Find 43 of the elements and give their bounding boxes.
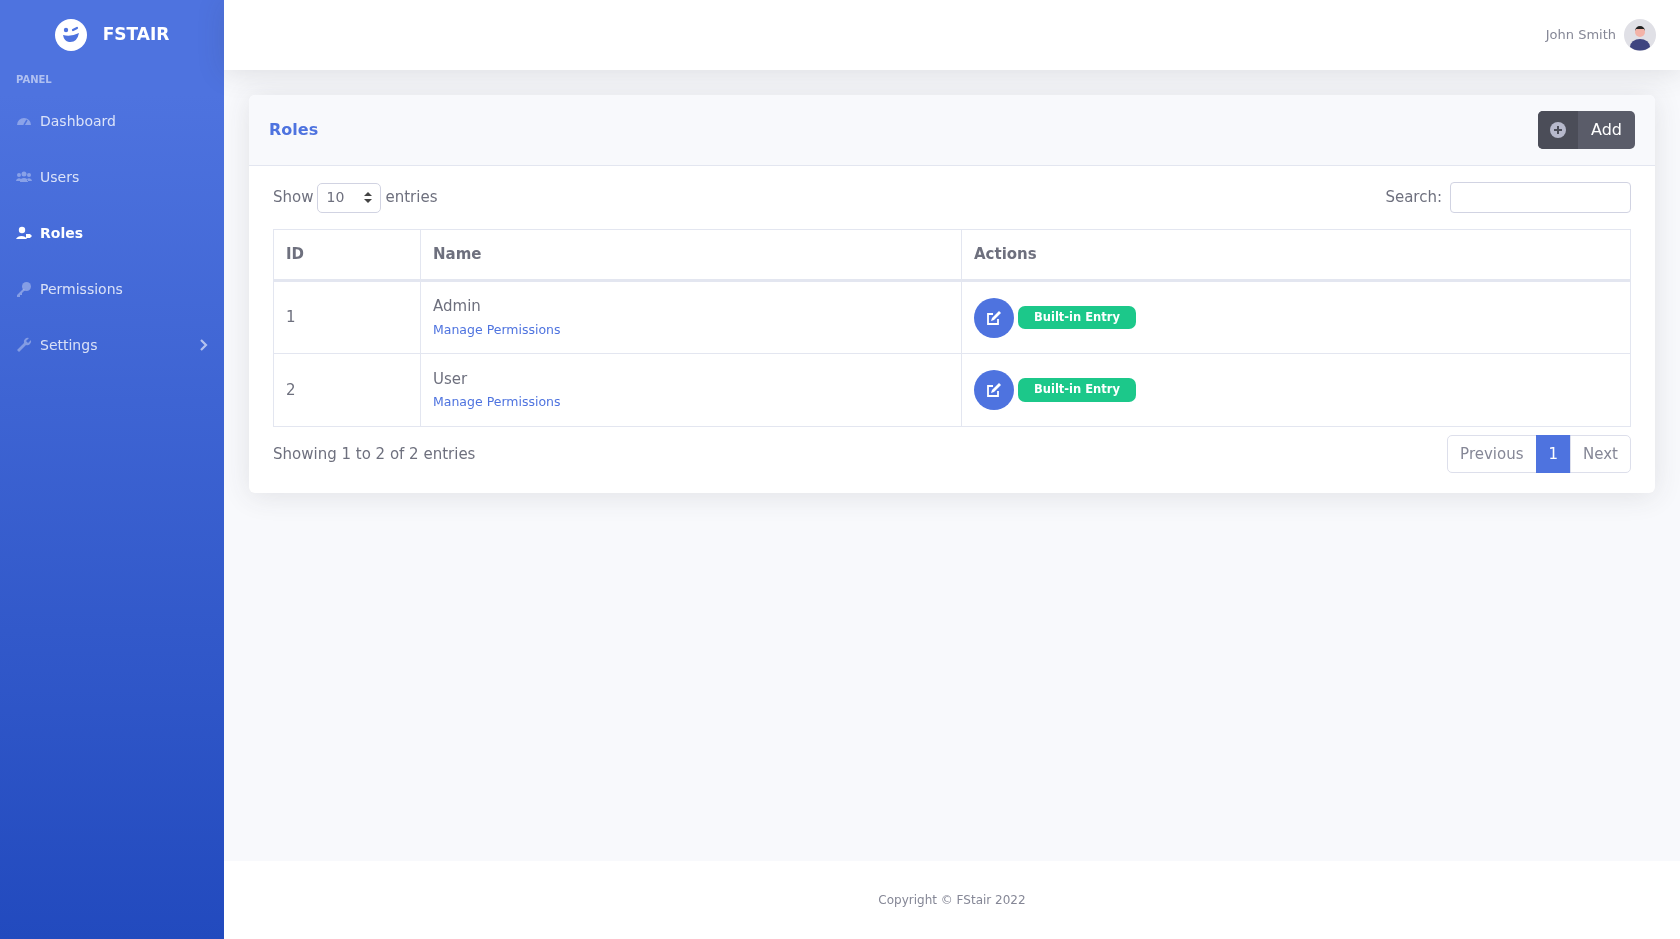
built-in-badge: Built-in Entry	[1018, 305, 1136, 330]
users-icon	[16, 169, 32, 185]
show-label: Show	[273, 187, 314, 209]
edit-icon	[986, 309, 1002, 326]
sidebar-heading: PANEL	[15, 73, 53, 87]
winking-face-logo	[54, 19, 87, 51]
page-button[interactable]: 1	[1535, 435, 1572, 473]
edit-button[interactable]	[974, 370, 1014, 410]
copyright-text: Copyright © FStair 2022	[878, 892, 1026, 909]
wrench-icon	[16, 337, 32, 353]
brand-name: FSTAIR	[102, 23, 170, 47]
user-tag-icon	[16, 225, 32, 241]
table-info: Showing 1 to 2 of 2 entries	[273, 443, 476, 465]
table-cell: 2	[273, 353, 421, 427]
entries-select[interactable]: 10	[317, 182, 382, 213]
sort-caret-icon	[364, 192, 373, 203]
user-name[interactable]: John Smith	[1545, 25, 1616, 45]
search-field[interactable]	[1450, 182, 1631, 213]
sidebar-item[interactable]: Roles	[0, 205, 224, 261]
built-in-badge: Built-in Entry	[1018, 378, 1136, 402]
sidebar-item[interactable]: Permissions	[0, 261, 224, 317]
sidebar-item[interactable]: Settings	[0, 317, 224, 373]
edit-icon	[986, 382, 1002, 398]
sidebar-item[interactable]: Dashboard	[0, 93, 224, 149]
manage-permissions-link[interactable]: Manage Permissions	[433, 321, 561, 337]
manage-permissions-link[interactable]: Manage Permissions	[433, 394, 561, 409]
search-label: Search:	[1385, 187, 1442, 209]
column-header: ID	[273, 229, 421, 281]
entries-label: entries	[385, 187, 438, 209]
edit-button[interactable]	[974, 297, 1014, 338]
page-button[interactable]: Previous	[1447, 435, 1537, 473]
card-title: Roles	[269, 119, 319, 141]
plus-circle-icon	[1550, 122, 1566, 138]
role-name: User	[433, 368, 469, 390]
role-name: Admin	[433, 296, 482, 317]
column-header: Name	[420, 229, 962, 281]
avatar-icon[interactable]	[1624, 19, 1656, 51]
table-cell: 1	[273, 280, 421, 354]
sidebar-item[interactable]: Users	[0, 149, 224, 205]
key-icon	[16, 281, 32, 297]
page-button[interactable]: Next	[1570, 435, 1631, 473]
column-header: Actions	[961, 229, 1631, 281]
add-button[interactable]: Add	[1538, 111, 1635, 149]
